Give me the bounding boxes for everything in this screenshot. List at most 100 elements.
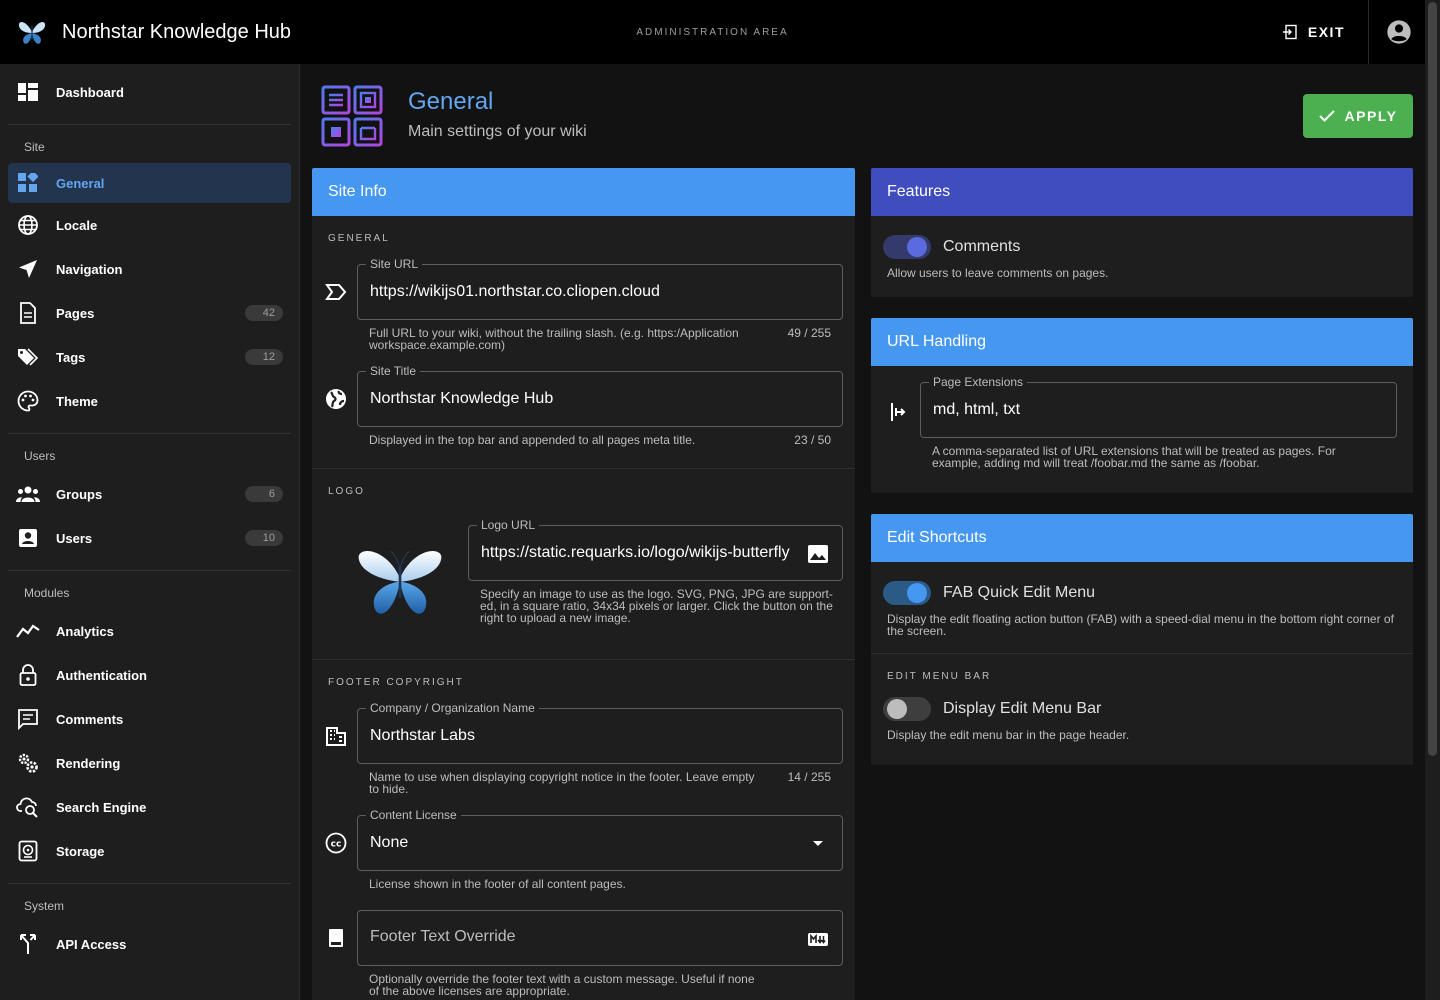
main-content: General Main settings of your wiki APPLY… bbox=[300, 64, 1425, 1000]
comments-toggle[interactable] bbox=[883, 235, 931, 259]
sidebar-item-locale[interactable]: Locale bbox=[0, 203, 299, 247]
apply-button[interactable]: APPLY bbox=[1303, 94, 1413, 138]
license-label: Content License bbox=[366, 808, 461, 822]
menu-bar-hint: Display the edit menu bar in the page he… bbox=[887, 728, 1130, 742]
sidebar-item-general[interactable]: General bbox=[8, 163, 291, 203]
sidebar-item-label: Users bbox=[56, 530, 93, 546]
fab-toggle[interactable] bbox=[883, 581, 931, 605]
license-select[interactable]: Content License None bbox=[357, 808, 843, 871]
sidebar-item-label: Navigation bbox=[56, 261, 123, 277]
menu-bar-toggle-row: Display Edit Menu Bar bbox=[871, 694, 1413, 724]
format-indent-icon bbox=[891, 403, 906, 421]
top-bar: Northstar Knowledge Hub ADMINISTRATION A… bbox=[0, 0, 1425, 64]
char-counter: 14 / 255 bbox=[787, 770, 831, 784]
apply-label: APPLY bbox=[1344, 108, 1398, 124]
page-icon bbox=[16, 301, 40, 325]
logo-url-value: https://static.requarks.io/logo/wikijs-b… bbox=[481, 544, 790, 561]
footer-override-field[interactable]: Footer Text Override bbox=[357, 910, 843, 966]
sidebar-item-dashboard[interactable]: Dashboard bbox=[0, 70, 299, 114]
sidebar-item-label: API Access bbox=[56, 936, 127, 952]
features-card: Features Comments Allow users to leave c… bbox=[871, 168, 1413, 297]
fab-hint: Display the edit floating action button … bbox=[887, 612, 1394, 638]
section-label-footer: FOOTER COPYRIGHT bbox=[328, 677, 464, 688]
sidebar-header-system: System bbox=[24, 899, 65, 913]
license-value: None bbox=[370, 834, 409, 851]
app-root: Northstar Knowledge Hub ADMINISTRATION A… bbox=[0, 0, 1440, 1000]
page-extensions-hint: A comma-separated list of URL extensions… bbox=[932, 444, 1336, 470]
sidebar-item-theme[interactable]: Theme bbox=[0, 379, 299, 423]
account-circle-icon[interactable] bbox=[1385, 18, 1413, 46]
page-title: General bbox=[408, 88, 494, 115]
brand[interactable]: Northstar Knowledge Hub bbox=[0, 16, 291, 48]
sidebar-item-label: General bbox=[56, 175, 105, 191]
sidebar-item-label: Dashboard bbox=[56, 84, 124, 100]
section-label-general: GENERAL bbox=[328, 233, 390, 244]
logo-url-hint: Specify an image to use as the logo. SVG… bbox=[422, 588, 855, 624]
sidebar-item-tags[interactable]: Tags 12 bbox=[0, 335, 299, 379]
sidebar-item-label: Theme bbox=[56, 393, 98, 409]
sidebar-item-pages[interactable]: Pages 42 bbox=[0, 291, 299, 335]
license-row: cc Content License None bbox=[312, 808, 855, 871]
sidebar-item-navigation[interactable]: Navigation bbox=[0, 247, 299, 291]
logo-row: Logo URL https://static.requarks.io/logo… bbox=[312, 518, 855, 645]
company-field[interactable]: Company / Organization Name Northstar La… bbox=[357, 701, 843, 764]
company-value: Northstar Labs bbox=[370, 727, 475, 744]
section-label-logo: LOGO bbox=[328, 486, 365, 497]
sidebar-item-label: Pages bbox=[56, 305, 95, 321]
site-url-label: Site URL bbox=[366, 257, 423, 271]
chevron-down-icon bbox=[806, 834, 830, 854]
widgets-icon bbox=[16, 171, 40, 195]
sidebar-header-site: Site bbox=[24, 140, 45, 154]
navigation-arrow-icon bbox=[16, 257, 40, 281]
sidebar-item-rendering[interactable]: Rendering bbox=[0, 741, 299, 785]
sidebar-header-modules: Modules bbox=[24, 586, 70, 600]
image-upload-icon[interactable] bbox=[806, 544, 830, 564]
sidebar-header-users: Users bbox=[24, 449, 56, 463]
cloud-search-icon bbox=[16, 795, 40, 819]
dashboard-icon bbox=[16, 80, 40, 104]
hint-text: Specify an image to use as the logo. SVG… bbox=[480, 587, 833, 625]
creative-commons-icon: cc bbox=[325, 832, 347, 854]
company-row: Company / Organization Name Northstar La… bbox=[312, 701, 855, 764]
sidebar-item-label: Groups bbox=[56, 486, 103, 502]
fab-toggle-row: FAB Quick Edit Menu bbox=[871, 578, 1413, 608]
page-scrollbar[interactable] bbox=[1425, 0, 1440, 1000]
sidebar-item-comments[interactable]: Comments bbox=[0, 697, 299, 741]
sidebar-item-groups[interactable]: Groups 6 bbox=[0, 472, 299, 516]
book-icon bbox=[329, 929, 343, 947]
url-handling-title: URL Handling bbox=[871, 318, 1413, 366]
scrollbar-thumb[interactable] bbox=[1428, 2, 1437, 756]
markdown-icon bbox=[806, 929, 830, 949]
sidebar-item-label: Authentication bbox=[56, 667, 147, 683]
exit-button[interactable]: EXIT bbox=[1274, 14, 1353, 50]
sidebar-item-label: Storage bbox=[56, 843, 105, 859]
sidebar-item-api-access[interactable]: API Access bbox=[0, 922, 299, 966]
account-box-icon bbox=[16, 526, 40, 550]
logo-url-label: Logo URL bbox=[477, 518, 540, 532]
menu-bar-toggle[interactable] bbox=[883, 697, 931, 721]
cogs-icon bbox=[16, 751, 40, 775]
count-badge: 42 bbox=[245, 305, 283, 321]
sidebar-item-search-engine[interactable]: Search Engine bbox=[0, 785, 299, 829]
char-counter: 49 / 255 bbox=[787, 326, 831, 340]
sidebar-item-storage[interactable]: Storage bbox=[0, 829, 299, 873]
site-url-hint: Full URL to your wiki, without the trail… bbox=[312, 327, 855, 351]
hint-text: Optionally override the footer text with… bbox=[369, 972, 755, 998]
comments-toggle-row: Comments bbox=[871, 232, 1413, 262]
hint-text: Displayed in the top bar and appended to… bbox=[369, 433, 696, 447]
footer-override-placeholder: Footer Text Override bbox=[370, 928, 516, 945]
sidebar-item-users[interactable]: Users 10 bbox=[0, 516, 299, 560]
settings-grid-icon bbox=[321, 85, 383, 147]
site-title-field[interactable]: Site Title Northstar Knowledge Hub bbox=[357, 364, 843, 427]
sidebar-item-analytics[interactable]: Analytics bbox=[0, 609, 299, 653]
count-badge: 6 bbox=[245, 486, 283, 502]
site-title-hint: Displayed in the top bar and appended to… bbox=[312, 434, 855, 446]
sidebar-item-authentication[interactable]: Authentication bbox=[0, 653, 299, 697]
site-url-field[interactable]: Site URL https://wikijs01.northstar.co.c… bbox=[357, 257, 843, 320]
tags-icon bbox=[16, 345, 40, 369]
site-title-label: Site Title bbox=[366, 364, 421, 378]
logo-url-field[interactable]: Logo URL https://static.requarks.io/logo… bbox=[468, 518, 843, 581]
footer-override-row: Footer Text Override bbox=[312, 910, 855, 966]
exit-label: EXIT bbox=[1307, 24, 1345, 40]
page-extensions-field[interactable]: Page Extensions md, html, txt bbox=[920, 375, 1397, 438]
